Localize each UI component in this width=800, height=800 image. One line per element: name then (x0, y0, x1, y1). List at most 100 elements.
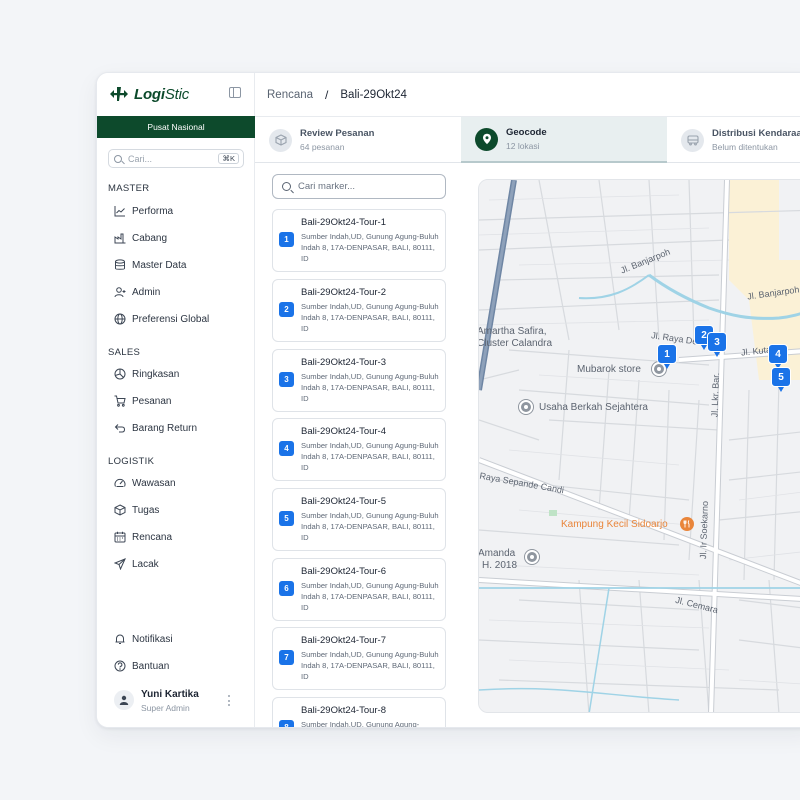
marker-title: Bali-29Okt24-Tour-5 (301, 496, 387, 507)
marker-title: Bali-29Okt24-Tour-1 (301, 217, 387, 228)
pie-chart-icon (114, 368, 126, 380)
sidebar-item-ringkasan[interactable]: Ringkasan (114, 366, 179, 382)
marker-address: Sumber Indah,UD, Gunung Agung-Buluh Inda… (301, 302, 439, 334)
sidebar-item-pesanan[interactable]: Pesanan (114, 393, 171, 409)
marker-address: Sumber Indah,UD, Gunung Agung-Buluh Inda… (301, 650, 439, 682)
breadcrumb: Rencana / Bali-29Okt24 (255, 73, 800, 117)
marker-number-badge: 8 (279, 720, 294, 727)
step-geocode[interactable]: Geocode 12 lokasi (461, 117, 667, 163)
marker-number-badge: 3 (279, 372, 294, 387)
user-profile[interactable]: Yuni Kartika Super Admin (114, 687, 239, 715)
map-pin-icon (475, 127, 498, 151)
marker-card[interactable]: Bali-29Okt24-Tour-6 6 Sumber Indah,UD, G… (272, 558, 446, 621)
brand-logo[interactable]: LogiStic (108, 83, 189, 105)
map-marker[interactable]: 4 (768, 344, 788, 369)
place-label: Amartha Safira, (478, 326, 547, 337)
marker-address: Sumber Indah,UD, Gunung Agung-Buluh Inda… (301, 511, 439, 543)
box-icon (114, 504, 126, 516)
sidebar-item-admin[interactable]: Admin (114, 284, 160, 300)
org-switcher[interactable]: Pusat Nasional (97, 116, 255, 138)
place-pin-icon[interactable] (519, 400, 533, 414)
marker-title: Bali-29Okt24-Tour-8 (301, 705, 387, 716)
sidebar-item-bantuan[interactable]: Bantuan (114, 658, 169, 674)
marker-address: Sumber Indah,UD, Gunung Agung-Buluh Inda… (301, 232, 439, 264)
sidebar-collapse-icon[interactable] (229, 87, 241, 98)
marker-search-placeholder: Cari marker... (298, 181, 356, 192)
sidebar-item-notifikasi[interactable]: Notifikasi (114, 631, 173, 647)
sidebar-item-preferensi-global[interactable]: Preferensi Global (114, 311, 209, 327)
marker-card[interactable]: Bali-29Okt24-Tour-3 3 Sumber Indah,UD, G… (272, 349, 446, 412)
step-title: Review Pesanan (300, 128, 375, 139)
sidebar-item-cabang[interactable]: Cabang (114, 230, 167, 246)
search-icon (114, 154, 122, 163)
map-marker[interactable]: 1 (657, 344, 677, 369)
map-marker[interactable]: 3 (707, 332, 727, 357)
place-label: Amanda (478, 548, 516, 559)
sidebar-item-barang-return[interactable]: Barang Return (114, 420, 197, 436)
sidebar-item-label: Pesanan (132, 395, 172, 407)
help-icon (114, 660, 126, 672)
place-label: Usaha Berkah Sejahtera (539, 402, 648, 413)
marker-card[interactable]: Bali-29Okt24-Tour-7 7 Sumber Indah,UD, G… (272, 627, 446, 690)
step-review-pesanan[interactable]: Review Pesanan 64 pesanan (255, 117, 461, 163)
sidebar-item-performa[interactable]: Performa (114, 203, 173, 219)
sidebar-item-master-data[interactable]: Master Data (114, 257, 186, 273)
database-icon (114, 259, 126, 271)
sidebar-item-label: Performa (132, 205, 174, 217)
sidebar-item-label: Notifikasi (132, 633, 173, 645)
street-label: Jl. Ir Soekarno (698, 500, 711, 560)
sidebar-item-lacak[interactable]: Lacak (114, 556, 159, 572)
cart-icon (114, 395, 126, 407)
marker-card[interactable]: Bali-29Okt24-Tour-4 4 Sumber Indah,UD, G… (272, 418, 446, 481)
place-label: Cluster Calandra (478, 338, 553, 349)
step-title: Geocode (506, 127, 547, 138)
marker-address: Sumber Indah,UD, Gunung Agung-Buluh Inda… (301, 441, 439, 473)
marker-card[interactable]: Bali-29Okt24-Tour-8 8 Sumber Indah,UD, G… (272, 697, 446, 728)
marker-title: Bali-29Okt24-Tour-7 (301, 635, 387, 646)
workflow-stepper: Review Pesanan 64 pesanan Geocode 12 lok… (255, 117, 800, 163)
step-distribusi-kendaraan[interactable]: Distribusi Kendaraan Belum ditentukan (667, 117, 800, 163)
marker-card[interactable]: Bali-29Okt24-Tour-2 2 Sumber Indah,UD, G… (272, 279, 446, 342)
marker-number-badge: 7 (279, 650, 294, 665)
return-icon (114, 422, 126, 434)
sidebar-item-label: Admin (132, 286, 161, 298)
sidebar-item-wawasan[interactable]: Wawasan (114, 475, 176, 491)
sidebar-item-label: Preferensi Global (132, 313, 210, 325)
gauge-icon (114, 477, 126, 489)
marker-number-badge: 6 (279, 581, 294, 596)
section-title-logistik: LOGISTIK (108, 456, 155, 467)
map-view[interactable]: Jl. Banjarpoh Jl. Banjarpoh Jl. Raya Des… (478, 179, 800, 713)
user-plus-icon (114, 286, 126, 298)
step-title: Distribusi Kendaraan (712, 128, 800, 139)
marker-title: Bali-29Okt24-Tour-4 (301, 426, 387, 437)
calendar-icon (114, 531, 126, 543)
user-name: Yuni Kartika (141, 689, 199, 700)
step-subtitle: 12 lokasi (506, 141, 540, 151)
sidebar-item-label: Master Data (132, 259, 187, 271)
map-marker[interactable]: 5 (771, 367, 791, 392)
marker-card[interactable]: Bali-29Okt24-Tour-5 5 Sumber Indah,UD, G… (272, 488, 446, 551)
send-icon (114, 558, 126, 570)
chart-line-icon (114, 205, 126, 217)
marker-address: Sumber Indah,UD, Gunung Agung- (301, 720, 420, 728)
marker-search-input[interactable]: Cari marker... (272, 174, 446, 199)
sidebar-item-tugas[interactable]: Tugas (114, 502, 159, 518)
search-icon (282, 182, 291, 191)
breadcrumb-parent-link[interactable]: Rencana (267, 89, 313, 101)
more-options-icon[interactable] (228, 695, 231, 706)
marker-number-badge: 1 (279, 232, 294, 247)
place-label: H. 2018 (482, 560, 518, 571)
restaurant-icon[interactable] (680, 517, 694, 531)
sidebar-item-rencana[interactable]: Rencana (114, 529, 172, 545)
truck-icon (681, 128, 704, 152)
sidebar-item-label: Rencana (132, 531, 173, 543)
sidebar-item-label: Ringkasan (132, 368, 180, 380)
marker-card[interactable]: Bali-29Okt24-Tour-1 1 Sumber Indah,UD, G… (272, 209, 446, 272)
sidebar-search-input[interactable]: Cari... ⌘K (108, 149, 244, 168)
place-pin-icon[interactable] (525, 550, 539, 564)
bell-icon (114, 633, 126, 645)
marker-number-badge: 2 (279, 302, 294, 317)
sidebar-item-label: Tugas (132, 504, 160, 516)
sidebar-item-label: Bantuan (132, 660, 170, 672)
marker-title: Bali-29Okt24-Tour-3 (301, 357, 387, 368)
